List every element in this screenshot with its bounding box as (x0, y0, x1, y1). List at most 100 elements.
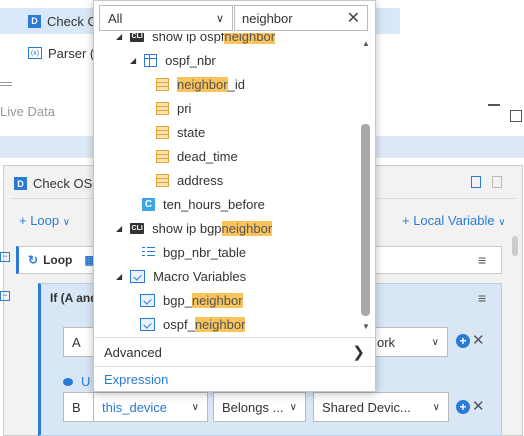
definition-icon: D (28, 14, 41, 28)
chevron-down-icon: ∨ (431, 336, 439, 348)
expanded-icon: ◢ (116, 33, 123, 41)
tree-item-check-label: Check O (47, 13, 98, 29)
condition-a-text: A (72, 334, 81, 350)
node-text-highlight: neighbor (224, 33, 276, 44)
u-row: U (63, 374, 90, 389)
tree-node-bgp-command[interactable]: ◢ CLI show ip bgp neighbor (116, 216, 273, 240)
tree-node-column[interactable]: state (156, 120, 205, 144)
collapse-loop-icon[interactable]: − (0, 252, 10, 262)
column-icon (156, 149, 169, 163)
expanded-icon: ◢ (116, 223, 123, 233)
tree-node-macro[interactable]: ospf_ neighbor (140, 312, 246, 335)
advanced-label: Advanced (104, 344, 162, 360)
condition-b-right-value: Shared Devic... (322, 399, 411, 415)
tree-node-macro-variables[interactable]: ◢ Macro Variables (116, 264, 246, 288)
node-text-before: show ip ospf (152, 33, 225, 44)
definition-icon: D (14, 177, 27, 190)
tree-node-ospf-nbr[interactable]: ◢ ospf_nbr (130, 48, 216, 72)
scroll-down-icon[interactable]: ▼ (362, 322, 370, 331)
scroll-up-icon[interactable]: ▲ (362, 39, 370, 48)
tree-node-bgp-nbr-table[interactable]: bgp_nbr_table (142, 240, 246, 264)
tree-node-ten-hours-before[interactable]: C ten_hours_before (142, 192, 265, 216)
clear-search-icon[interactable]: ✕ (347, 8, 360, 28)
column-icon (156, 173, 169, 187)
constant-icon: C (142, 197, 155, 211)
tree-node-column[interactable]: neighbor _id (156, 72, 245, 96)
filter-select-value: All (108, 10, 123, 26)
tree-node-column[interactable]: pri (156, 96, 191, 120)
device-icon (63, 377, 73, 386)
search-input[interactable]: neighbor ✕ (234, 5, 368, 31)
condition-b-operator: Belongs ... (222, 399, 284, 415)
column-icon (156, 101, 169, 115)
remove-condition-icon[interactable]: ✕ (472, 331, 485, 349)
tree-node-column[interactable]: dead_time (156, 144, 238, 168)
add-loop-button[interactable]: + Loop ∨ (19, 213, 70, 228)
condition-a-label: A (63, 327, 97, 357)
chevron-down-icon: ∨ (289, 401, 297, 413)
condition-a-right-select[interactable]: ork ∨ (368, 327, 448, 357)
ten-hours-label: ten_hours_before (163, 196, 265, 212)
filter-select[interactable]: All ∨ (99, 5, 233, 31)
condition-b-left-select[interactable]: this_device ∨ (93, 392, 208, 422)
condition-b-operator-select[interactable]: Belongs ... ∨ (213, 392, 306, 422)
ospf-nbr-label: ospf_nbr (165, 52, 216, 68)
search-input-value: neighbor (242, 10, 293, 26)
minimize-icon[interactable] (488, 104, 500, 106)
condition-b-text: B (72, 399, 81, 415)
node-text-before: dead_time (177, 148, 238, 164)
list-table-icon (142, 246, 155, 258)
expanded-icon: ◢ (130, 55, 137, 65)
panel-scrollbar[interactable] (512, 236, 518, 256)
variable-picker-popup: All ∨ neighbor ✕ ◢ CLI show ip ospf neig… (93, 0, 376, 392)
tree-scrollbar-thumb[interactable] (361, 124, 370, 316)
condition-b-left-value: this_device (102, 399, 168, 415)
loop-row: ↻ Loop ▦ (28, 253, 96, 267)
add-condition-icon[interactable]: + (456, 334, 470, 348)
loop-icon: ↻ (28, 253, 39, 267)
node-text-before: address (177, 172, 224, 188)
add-condition-icon[interactable]: + (456, 400, 470, 414)
copy-icon[interactable] (471, 176, 481, 188)
cli-icon: CLI (130, 33, 145, 42)
node-text-before: state (177, 124, 206, 140)
tree-item-check-row[interactable]: D Check O (0, 8, 98, 34)
node-text-before: show ip bgp (152, 220, 222, 236)
splitter-handle[interactable] (0, 82, 12, 86)
collapse-if-icon[interactable]: − (0, 291, 10, 301)
divider (94, 366, 375, 367)
node-text-highlight: neighbor (221, 220, 273, 236)
node-text-highlight: neighbor (191, 292, 243, 308)
paste-icon[interactable] (492, 176, 502, 188)
maximize-icon[interactable] (510, 110, 522, 122)
node-text-after: _id (227, 76, 245, 92)
macro-icon (130, 269, 146, 283)
tree-node-column[interactable]: address (156, 168, 223, 192)
parser-icon: (x) (28, 47, 42, 59)
remove-condition-icon[interactable]: ✕ (472, 397, 485, 415)
node-text-before: ospf_ (163, 316, 195, 332)
column-icon (156, 125, 169, 139)
tree-node-macro[interactable]: bgp_ neighbor (140, 288, 243, 312)
column-icon (156, 77, 169, 91)
advanced-row[interactable]: Advanced ❯ (94, 339, 375, 365)
u-label: U (81, 374, 91, 389)
if-label: If (A and (50, 291, 98, 305)
condition-b-right-select[interactable]: Shared Devic... ∨ (313, 392, 449, 422)
add-loop-label: + Loop (19, 213, 60, 228)
panel-title: Check OSI (33, 176, 96, 191)
expression-link[interactable]: Expression (104, 372, 168, 387)
node-text-before: bgp_ (163, 292, 192, 308)
condition-b-label: B (63, 392, 97, 422)
chevron-down-icon: ∨ (432, 401, 440, 413)
add-local-variable-label: + Local Variable (402, 213, 495, 228)
macro-icon (140, 293, 155, 307)
if-menu-icon[interactable]: ≡ (478, 290, 486, 306)
add-local-variable-button[interactable]: + Local Variable ∨ (402, 213, 506, 228)
loop-menu-icon[interactable]: ≡ (478, 252, 486, 268)
tree-node-ospf-command[interactable]: ◢ CLI show ip ospf neighbor (116, 33, 276, 48)
macro-icon (140, 317, 155, 331)
tree-item-parser[interactable]: (x) Parser (1 (0, 40, 101, 66)
cli-icon: CLI (130, 222, 145, 234)
chevron-down-icon: ∨ (191, 401, 199, 413)
